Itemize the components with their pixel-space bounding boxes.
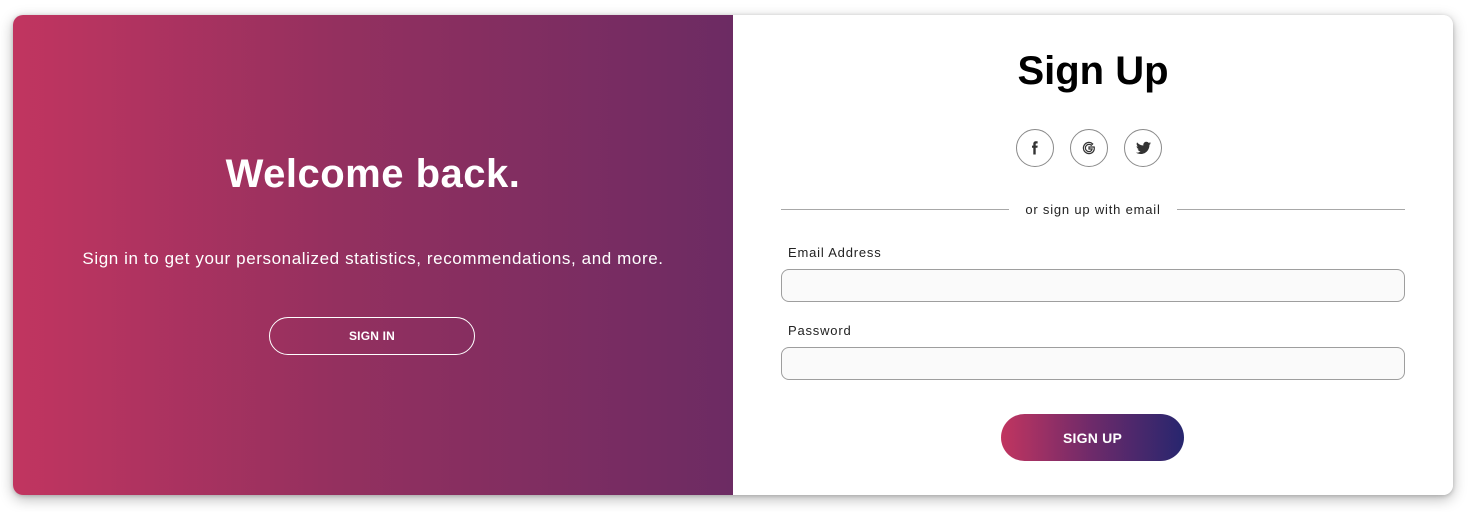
signup-panel: Sign Up or sign up with email Email Addr… [733, 15, 1453, 495]
google-icon [1082, 141, 1095, 155]
welcome-panel: Welcome back. Sign in to get your person… [13, 15, 733, 495]
password-field[interactable] [781, 347, 1405, 380]
twitter-button[interactable] [1124, 129, 1162, 167]
twitter-icon [1135, 141, 1151, 154]
password-label: Password [788, 323, 852, 338]
welcome-subtitle: Sign in to get your personalized statist… [82, 249, 664, 268]
divider-line-left [781, 208, 1010, 210]
social-login-row [1016, 129, 1162, 167]
or-divider: or sign up with email [781, 201, 1405, 217]
divider-text: or sign up with email [1025, 201, 1161, 217]
google-button[interactable] [1070, 129, 1108, 167]
signup-title: Sign Up [1017, 49, 1169, 93]
email-field[interactable] [781, 269, 1405, 302]
auth-card: Welcome back. Sign in to get your person… [13, 15, 1453, 495]
divider-line-right [1176, 208, 1405, 210]
facebook-button[interactable] [1016, 129, 1054, 167]
facebook-icon [1032, 141, 1038, 155]
welcome-title: Welcome back. [225, 152, 521, 196]
sign-up-button[interactable]: SIGN UP [1001, 414, 1184, 461]
email-label: Email Address [788, 245, 882, 260]
sign-in-button[interactable]: SIGN IN [269, 317, 475, 355]
